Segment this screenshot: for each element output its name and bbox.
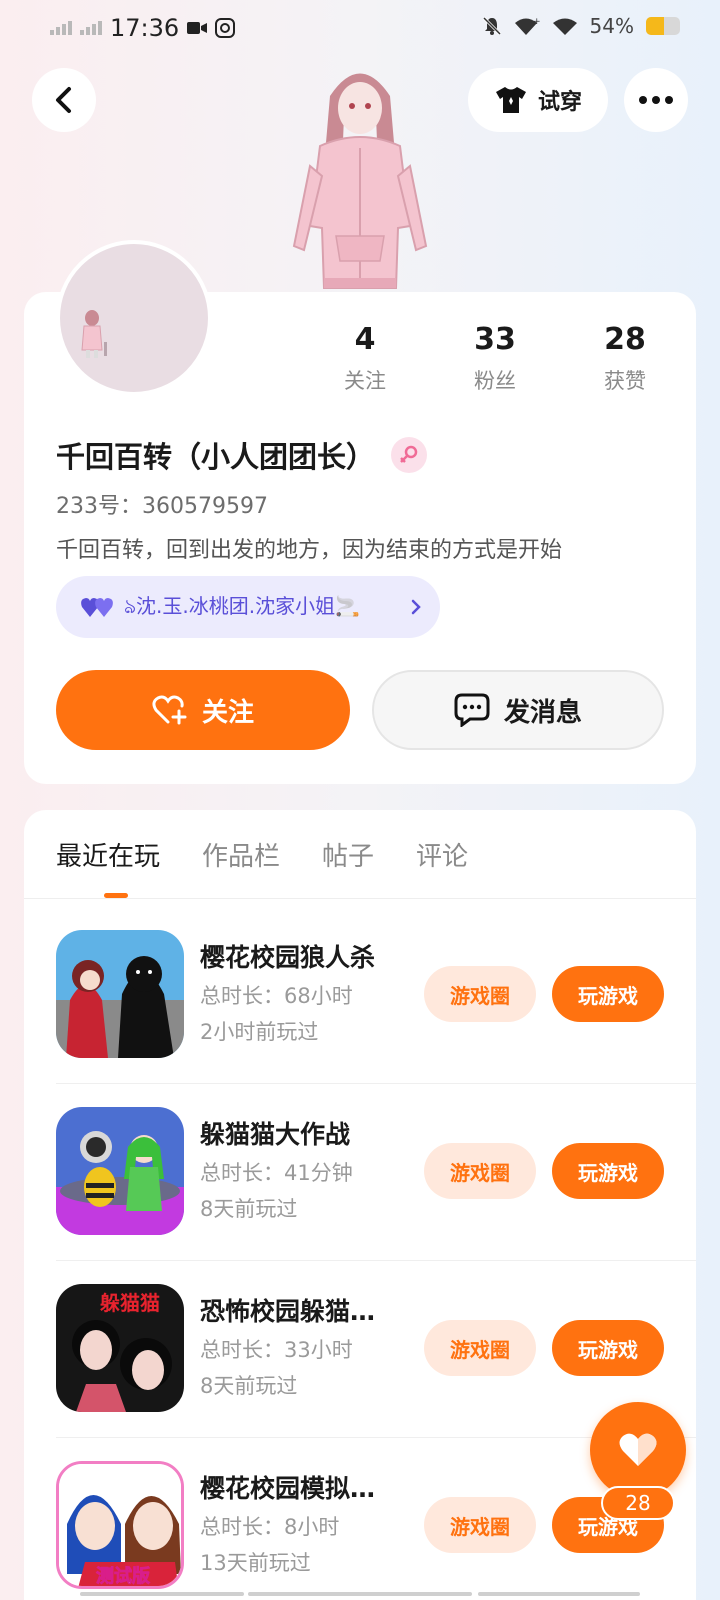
chevron-right-icon (411, 599, 421, 615)
game-duration: 总时长：68小时 (200, 984, 353, 1008)
stat-following[interactable]: 4 关注 (300, 322, 430, 395)
stat-label: 关注 (344, 369, 386, 393)
stat-followers[interactable]: 33 粉丝 (430, 322, 560, 395)
like-fab-button[interactable] (590, 1402, 686, 1498)
heart-icon (619, 1433, 657, 1466)
game-title: 躲猫猫大作战 (200, 1120, 351, 1149)
game-circle-button[interactable]: 游戏圈 (424, 966, 536, 1022)
video-record-icon (187, 22, 208, 34)
like-count-badge: 28 (601, 1486, 675, 1520)
group-tag-text: ঌ沈.玉.冰桃团.沈家小姐🚬 (124, 593, 361, 618)
game-thumbnail (56, 1107, 184, 1235)
try-on-label: 试穿 (537, 90, 582, 115)
character-illustration (292, 73, 428, 289)
signal-icon (50, 21, 72, 35)
scroll-indicator (478, 1592, 640, 1596)
clock-time: 17:36 (110, 14, 180, 42)
game-list-item[interactable]: 测试版 樱花校园模拟… 总时长：8小时 13天前玩过 游戏圈 玩游戏 (56, 1461, 664, 1600)
tab-comments[interactable]: 评论 (416, 836, 468, 873)
game-list-item[interactable]: 躲猫猫大作战 总时长：41分钟 8天前玩过 游戏圈 玩游戏 (56, 1107, 696, 1283)
heart-pair-icon (81, 598, 113, 617)
tab-divider (24, 898, 696, 899)
tab-recent-played[interactable]: 最近在玩 (56, 836, 160, 873)
more-dots-icon (639, 96, 673, 104)
play-game-button[interactable]: 玩游戏 (552, 966, 664, 1022)
avatar-3d-figure[interactable] (280, 56, 440, 296)
game-list-item[interactable]: 躲猫猫 恐怖校园躲猫… 总时长：33小时 8天前玩过 游戏圈 玩游戏 (56, 1284, 696, 1460)
divider (56, 1260, 696, 1261)
thumbnail-caption: 测试版 (96, 1565, 150, 1587)
tab-works[interactable]: 作品栏 (202, 836, 280, 873)
group-tag[interactable]: ঌ沈.玉.冰桃团.沈家小姐🚬 (56, 576, 440, 638)
game-last-played: 8天前玩过 (200, 1374, 298, 1398)
battery-percent: 54% (589, 14, 634, 38)
game-circle-button[interactable]: 游戏圈 (424, 1497, 536, 1553)
stat-value: 4 (354, 322, 376, 357)
game-last-played: 13天前玩过 (200, 1551, 311, 1575)
game-last-played: 2小时前玩过 (200, 1020, 319, 1044)
stat-label: 获赞 (604, 369, 646, 393)
profile-stats: 4 关注 33 粉丝 28 获赞 (300, 322, 690, 395)
thumbnail-caption: 躲猫猫 (100, 1291, 160, 1315)
wifi-icon (552, 18, 577, 35)
scroll-indicator (248, 1592, 472, 1596)
profile-bio: 千回百转，回到出发的地方，因为结束的方式是开始 (56, 538, 563, 563)
game-thumbnail: 躲猫猫 (56, 1284, 184, 1412)
play-game-button[interactable]: 玩游戏 (552, 1320, 664, 1376)
game-duration: 总时长：8小时 (200, 1515, 340, 1539)
female-icon (391, 437, 428, 473)
game-title: 恐怖校园躲猫… (200, 1297, 376, 1326)
game-duration: 总时长：41分钟 (200, 1161, 353, 1185)
message-button[interactable]: 发消息 (372, 670, 664, 750)
svg-text:+: + (533, 17, 540, 27)
avatar-mini-figure (81, 310, 107, 358)
game-thumbnail: 测试版 (56, 1461, 184, 1589)
heart-plus-icon (152, 695, 187, 725)
game-title: 樱花校园狼人杀 (200, 943, 376, 972)
game-circle-button[interactable]: 游戏圈 (424, 1320, 536, 1376)
game-duration: 总时长：33小时 (200, 1338, 353, 1362)
avatar[interactable] (56, 240, 212, 396)
mute-bell-icon (482, 16, 501, 36)
stat-value: 28 (604, 322, 646, 357)
chevron-left-icon (56, 87, 71, 113)
message-label: 发消息 (503, 697, 582, 728)
divider (56, 1083, 696, 1084)
stat-likes[interactable]: 28 获赞 (560, 322, 690, 395)
profile-name-row: 千回百转（小人团团长） (56, 434, 428, 476)
tshirt-icon (495, 87, 526, 113)
stat-label: 粉丝 (474, 369, 516, 393)
app-notification-icon (215, 18, 236, 38)
stat-value: 33 (474, 322, 516, 357)
profile-name: 千回百转（小人团团长） (56, 440, 376, 474)
back-button[interactable] (32, 68, 96, 132)
game-last-played: 8天前玩过 (200, 1197, 298, 1221)
game-circle-button[interactable]: 游戏圈 (424, 1143, 536, 1199)
more-button[interactable] (624, 68, 688, 132)
tab-posts[interactable]: 帖子 (322, 836, 374, 873)
game-title: 樱花校园模拟… (200, 1474, 376, 1503)
try-on-button[interactable]: 试穿 (468, 68, 608, 132)
signal-icon-2 (80, 21, 102, 35)
status-bar: 17:36 + 54% (0, 0, 720, 56)
battery-icon (646, 17, 680, 35)
profile-tabs: 最近在玩 作品栏 帖子 评论 (56, 836, 468, 873)
wifi-plus-icon: + (514, 17, 540, 35)
chat-bubble-icon (454, 693, 490, 727)
follow-button[interactable]: 关注 (56, 670, 350, 750)
game-thumbnail (56, 930, 184, 1058)
game-list-item[interactable]: 樱花校园狼人杀 总时长：68小时 2小时前玩过 游戏圈 玩游戏 (56, 930, 696, 1106)
play-game-button[interactable]: 玩游戏 (552, 1143, 664, 1199)
user-id: 233号：360579597 (56, 494, 268, 519)
scroll-indicator (80, 1592, 244, 1596)
follow-label: 关注 (201, 697, 254, 728)
